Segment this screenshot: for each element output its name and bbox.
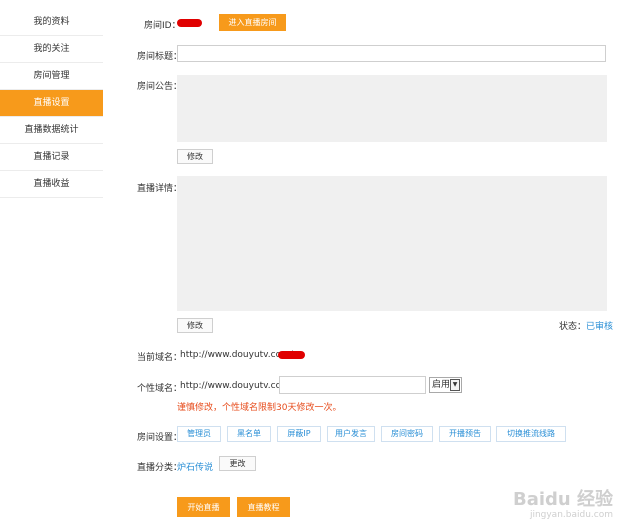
notice-modify-button[interactable]: 修改 xyxy=(177,149,213,164)
sidebar-item-live-income[interactable]: 直播收益 xyxy=(0,171,103,198)
sidebar-item-live-settings[interactable]: 直播设置 xyxy=(0,90,103,117)
chevron-down-icon[interactable]: ▼ xyxy=(450,379,460,391)
settings-user-chat-button[interactable]: 用户发言 xyxy=(327,426,375,442)
room-title-label: 房间标题： xyxy=(137,52,183,62)
room-notice-textarea[interactable] xyxy=(177,75,607,142)
custom-domain-select[interactable]: 启用 ▼ xyxy=(429,377,462,393)
redacted-domain xyxy=(278,351,305,359)
settings-live-preview-button[interactable]: 开播预告 xyxy=(439,426,491,442)
live-tutorial-button[interactable]: 直播教程 xyxy=(237,497,290,517)
live-category-label: 直播分类： xyxy=(137,463,183,473)
settings-blacklist-button[interactable]: 黑名单 xyxy=(227,426,271,442)
status-value: 已审核 xyxy=(586,322,614,332)
custom-domain-prefix: http://www.douyutv.com/ xyxy=(180,381,293,391)
enter-room-button[interactable]: 进入直播房间 xyxy=(219,14,286,31)
settings-switch-stream-button[interactable]: 切换推流线路 xyxy=(496,426,566,442)
status-label: 状态： xyxy=(559,322,587,332)
room-title-input[interactable] xyxy=(177,45,606,62)
room-settings-label: 房间设置： xyxy=(137,433,183,443)
settings-room-password-button[interactable]: 房间密码 xyxy=(381,426,433,442)
sidebar: 我的资料 我的关注 房间管理 直播设置 直播数据统计 直播记录 直播收益 xyxy=(0,9,103,198)
settings-admin-button[interactable]: 管理员 xyxy=(177,426,221,442)
live-category-value[interactable]: 炉石传说 xyxy=(177,460,213,473)
sidebar-item-live-records[interactable]: 直播记录 xyxy=(0,144,103,171)
settings-block-ip-button[interactable]: 屏蔽IP xyxy=(277,426,321,442)
current-domain-label: 当前域名： xyxy=(137,353,183,363)
sidebar-item-profile[interactable]: 我的资料 xyxy=(0,9,103,36)
watermark-title: Baidu 经验 xyxy=(512,489,613,510)
status-text: 状态：已审核 xyxy=(559,319,613,332)
start-live-button[interactable]: 开始直播 xyxy=(177,497,230,517)
watermark-url: jingyan.baidu.com xyxy=(529,510,613,520)
redacted-room-id xyxy=(177,19,202,27)
sidebar-item-live-stats[interactable]: 直播数据统计 xyxy=(0,117,103,144)
room-notice-label: 房间公告： xyxy=(137,82,183,92)
sidebar-item-room-management[interactable]: 房间管理 xyxy=(0,63,103,90)
detail-modify-button[interactable]: 修改 xyxy=(177,318,213,333)
baidu-watermark: Baidu 经验 jingyan.baidu.com xyxy=(513,491,613,520)
custom-domain-label: 个性域名： xyxy=(137,384,183,394)
custom-domain-select-value: 启用 xyxy=(432,380,451,390)
room-id-label: 房间ID： xyxy=(144,21,181,31)
live-detail-label: 直播详情： xyxy=(137,184,183,194)
current-domain-value: http://www.douyutv.com/ xyxy=(180,350,293,360)
category-change-button[interactable]: 更改 xyxy=(219,456,256,471)
domain-warning: 谨慎修改，个性域名限制30天修改一次。 xyxy=(177,403,342,413)
sidebar-item-following[interactable]: 我的关注 xyxy=(0,36,103,63)
custom-domain-input[interactable] xyxy=(279,376,426,394)
live-detail-textarea[interactable] xyxy=(177,176,607,311)
